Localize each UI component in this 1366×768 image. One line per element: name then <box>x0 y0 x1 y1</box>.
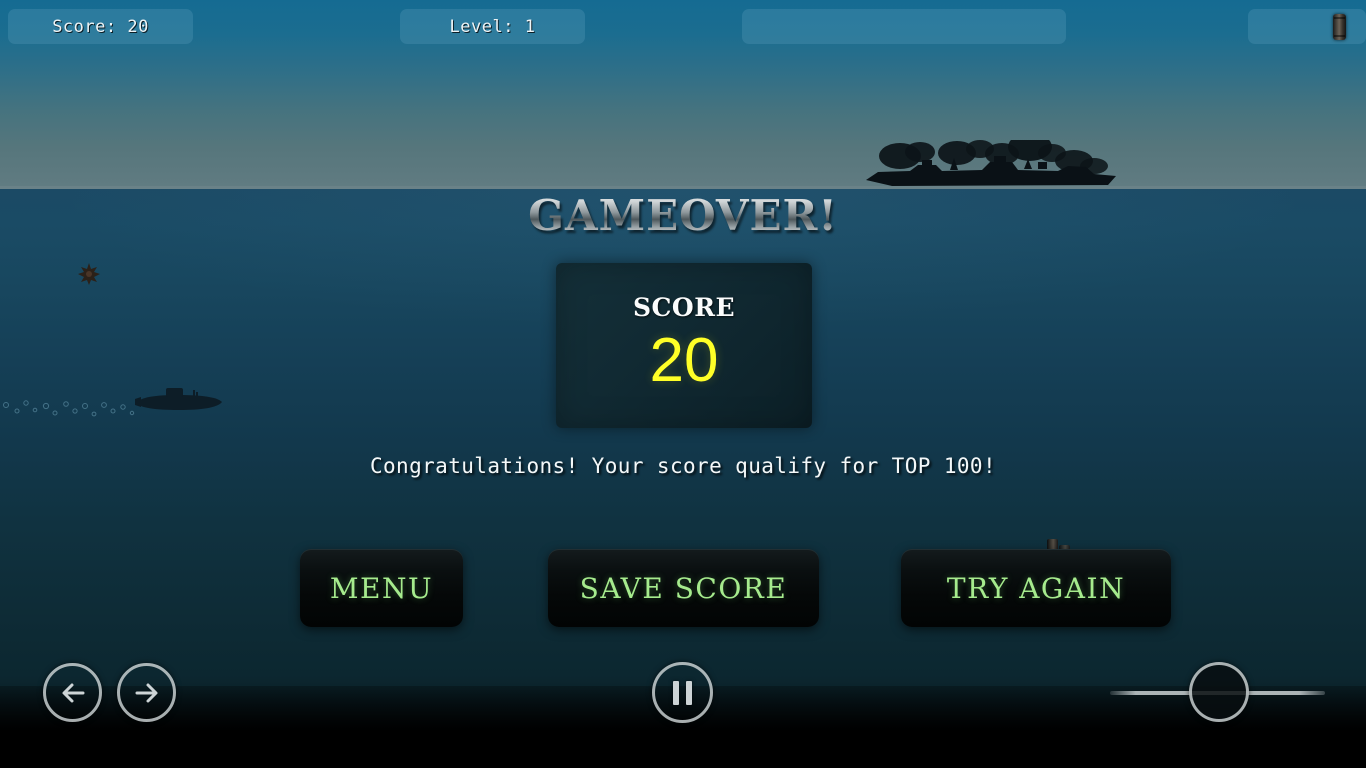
pause-bar-left <box>673 680 679 705</box>
menu-button-label: MENU <box>329 571 434 605</box>
menu-button[interactable]: MENU <box>300 549 463 627</box>
depth-charge-icon <box>1333 13 1346 40</box>
arrow-left-icon <box>62 683 84 702</box>
pause-icon <box>673 680 692 705</box>
save-score-button-label: SAVE SCORE <box>579 571 788 605</box>
debris-sprite <box>78 263 100 285</box>
congratulations-message: Congratulations! Your score qualify for … <box>369 454 997 478</box>
submarine-sprite <box>133 385 225 413</box>
score-value: 20 <box>649 326 719 395</box>
try-again-button[interactable]: TRY AGAIN <box>901 549 1171 627</box>
move-right-button[interactable] <box>117 663 176 722</box>
aim-slider-handle[interactable] <box>1189 662 1249 722</box>
level-panel: Level: 1 <box>400 9 585 44</box>
game-over-button-row: MENU SAVE SCORE TRY AGAIN <box>0 549 1366 629</box>
game-screen: Score: 20 Level: 1 GAMEOVER! SCORE 20 Co… <box>0 0 1366 768</box>
score-panel: Score: 20 <box>8 9 193 44</box>
save-score-button[interactable]: SAVE SCORE <box>548 549 819 627</box>
level-text: Level: 1 <box>449 16 536 37</box>
pause-button[interactable] <box>652 662 713 723</box>
warship-sprite <box>862 133 1120 192</box>
arrow-right-icon <box>135 683 157 702</box>
score-summary-box: SCORE 20 <box>556 263 812 428</box>
score-text: Score: 20 <box>52 16 149 37</box>
bubble-trail-sprite <box>0 398 140 418</box>
score-label: SCORE <box>632 293 736 322</box>
status-panel <box>742 9 1066 44</box>
aim-slider[interactable] <box>1110 662 1325 724</box>
ammo-panel <box>1248 9 1366 44</box>
try-again-button-label: TRY AGAIN <box>946 571 1126 605</box>
game-over-title: GAMEOVER! <box>0 191 1366 240</box>
pause-bar-right <box>686 680 692 705</box>
move-left-button[interactable] <box>43 663 102 722</box>
hud: Score: 20 Level: 1 <box>0 0 1366 52</box>
